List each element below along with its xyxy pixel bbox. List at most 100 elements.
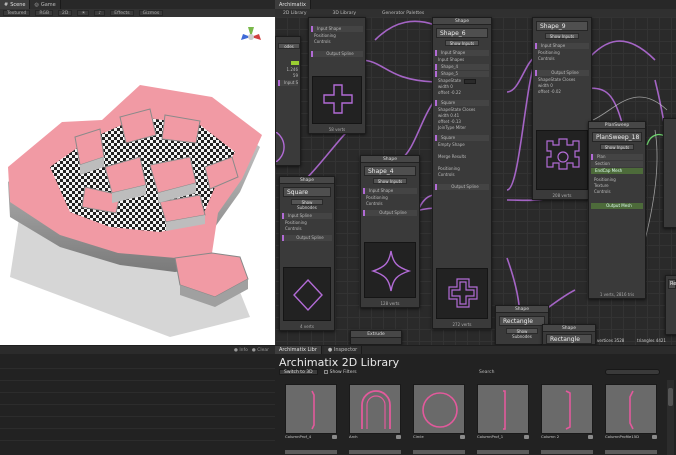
node-shape-6[interactable]: Shape Shape_6 Show Inputs Input Shape In… (432, 17, 492, 329)
output-spline-port[interactable]: Output Spline (435, 184, 489, 190)
tab-game[interactable]: ◎ Game (30, 0, 61, 9)
input-square[interactable]: Square (435, 100, 489, 106)
controls-row[interactable]: Controls (589, 189, 645, 195)
input-shape-port[interactable]: Input Shape (535, 43, 589, 49)
controls-row[interactable]: Controls (280, 226, 334, 232)
info-icon[interactable] (460, 435, 465, 439)
tab-inspector[interactable]: ● Inspector (323, 346, 363, 354)
render-mode-dropdown[interactable]: RGB (35, 10, 54, 16)
library-item[interactable]: ColumnProf_4 (285, 384, 337, 440)
library-item-next-row[interactable] (541, 450, 593, 454)
input-shape-port[interactable]: Input Shape (435, 50, 489, 56)
node-name-field[interactable]: Shape_4 (364, 166, 416, 176)
show-filters-checkbox[interactable]: Show Filters (323, 370, 357, 375)
node-rectangle[interactable]: Shape Rectangle Show Subnodes (495, 305, 549, 345)
clear-toggle[interactable]: ● Clear (252, 348, 269, 353)
show-subnodes-button[interactable]: Show Subnodes (506, 328, 538, 339)
node-name-field[interactable]: Rectangle (499, 316, 545, 326)
info-toggle[interactable]: ● Info (234, 348, 248, 353)
input-shape-5[interactable]: Shape_5 (435, 71, 489, 77)
partial-node-right[interactable]: Re (665, 275, 676, 335)
output-mesh-port[interactable]: Output Mesh (591, 203, 643, 209)
checkbox-box[interactable] (323, 370, 328, 374)
node-shape-9[interactable]: Shape_9 Show Inputs Input Shape Position… (532, 17, 592, 200)
library-item-next-row[interactable] (413, 450, 465, 454)
node-name-field[interactable]: Re (668, 279, 676, 289)
archimatix-graph-editor[interactable]: Archimatix 2D Library 3D Library Generat… (275, 0, 676, 345)
info-icon[interactable] (396, 435, 401, 439)
node-plansweep-18[interactable]: PlanSweep PlanSweep_18 Show Inputs Plan … (588, 121, 646, 299)
controls-row[interactable]: Controls (433, 172, 491, 178)
library-item[interactable]: Circle (413, 384, 465, 440)
library-item-next-row[interactable] (477, 450, 529, 454)
input-shape-port[interactable]: Input Shape (311, 26, 363, 32)
controls-row[interactable]: Controls (533, 56, 591, 62)
input-spline-port[interactable]: Input Spline (282, 213, 332, 219)
partial-node-right-top[interactable] (663, 118, 676, 228)
node-name-field[interactable]: Shape_9 (536, 21, 588, 31)
output-spline-port[interactable]: Output Spline (535, 70, 589, 76)
show-inputs-button[interactable]: Show Inputs (372, 178, 408, 184)
tab-archimatix-library[interactable]: Archimatix Libr (275, 346, 322, 354)
library-item[interactable]: Arch (349, 384, 401, 440)
section-port[interactable]: Section (591, 161, 643, 167)
lighting-toggle[interactable]: ☀ (77, 10, 90, 16)
library-item[interactable]: ColumnProf_1 (477, 384, 529, 440)
controls-row[interactable]: Controls (309, 39, 365, 45)
controls-row[interactable]: Controls (361, 201, 419, 207)
library-item-next-row[interactable] (285, 450, 337, 454)
offset-row[interactable]: offset -0.22 (433, 90, 491, 96)
node-name-field[interactable]: Rectangle (546, 334, 592, 344)
empty-shape-row[interactable]: Empty Shape (433, 142, 491, 148)
library-item-next-row[interactable] (605, 450, 657, 454)
input-square-2[interactable]: Square (435, 135, 489, 141)
shading-mode-dropdown[interactable]: Textured (3, 10, 31, 16)
node-rectangle-2[interactable]: Shape Rectangle (542, 324, 596, 345)
effects-dropdown[interactable]: Effects (110, 10, 134, 16)
node-square[interactable]: Shape Square Show Subnodes Input Spline … (279, 176, 335, 331)
partial-node-left[interactable]: odes 1.246 59 Input Spline (275, 36, 301, 166)
scene-3d-model[interactable] (0, 17, 275, 345)
info-icon[interactable] (588, 435, 593, 439)
input-shape-port[interactable]: Input Shape (363, 188, 417, 194)
input-shape-4[interactable]: Shape_4 (435, 64, 489, 70)
plan-port[interactable]: Plan (591, 154, 643, 160)
info-icon[interactable] (332, 435, 337, 439)
merge-results-row[interactable]: Merge Results (433, 154, 491, 160)
node-extrude[interactable]: Extrude (350, 330, 402, 345)
show-inputs-button[interactable]: Show Inputs (544, 33, 580, 39)
audio-toggle[interactable]: ♪ (94, 10, 106, 16)
orientation-gizmo[interactable] (236, 24, 266, 50)
show-inputs-button[interactable]: Show Inputs (600, 144, 634, 150)
node-name-field[interactable]: Shape_6 (436, 28, 488, 38)
library-item[interactable]: ColumnProfile15D (605, 384, 657, 440)
search-input[interactable] (605, 369, 660, 375)
field-row[interactable]: 59 (276, 73, 300, 79)
node-name-field[interactable]: PlanSweep_18 (592, 132, 642, 142)
shapestate-dropdown[interactable] (464, 78, 477, 84)
search-label: Search (479, 369, 495, 375)
partial-node-button[interactable]: odes (278, 43, 300, 49)
scene-view[interactable]: # Scene ◎ Game Textured RGB 2D ☀ ♪ Effects… (0, 0, 275, 345)
jointype-row[interactable]: JoinType Miter (433, 125, 491, 131)
library-item[interactable]: Column 2 (541, 384, 593, 440)
output-spline-port[interactable]: Output Spline (363, 210, 417, 216)
output-spline-port[interactable]: Output Spline (311, 51, 363, 57)
library-item-next-row[interactable] (349, 450, 401, 454)
node-shape-4[interactable]: Shape Shape_4 Show Inputs Input Shape Po… (360, 155, 420, 308)
show-inputs-button[interactable]: Show Inputs (444, 40, 480, 46)
endcap-mesh-port[interactable]: EndCap Mesh (591, 168, 643, 174)
input-spline-port[interactable]: Input Spline (278, 80, 298, 86)
info-icon[interactable] (652, 435, 657, 439)
gizmos-dropdown[interactable]: Gizmos (138, 10, 164, 16)
node-cross-shape[interactable]: Input Shape Positioning Controls Output … (308, 17, 366, 134)
info-icon[interactable] (524, 435, 529, 439)
column-icon (565, 390, 571, 430)
output-spline-port[interactable]: Output Spline (282, 235, 332, 241)
offset-row[interactable]: offset -0.02 (533, 89, 591, 95)
show-subnodes-button[interactable]: Show Subnodes (290, 199, 324, 210)
2d-toggle[interactable]: 2D (58, 10, 73, 16)
node-name-field[interactable]: Square (283, 187, 331, 197)
switch-to-3d-button[interactable]: Switch to 3D (279, 369, 318, 375)
tab-scene[interactable]: # Scene (0, 0, 31, 9)
